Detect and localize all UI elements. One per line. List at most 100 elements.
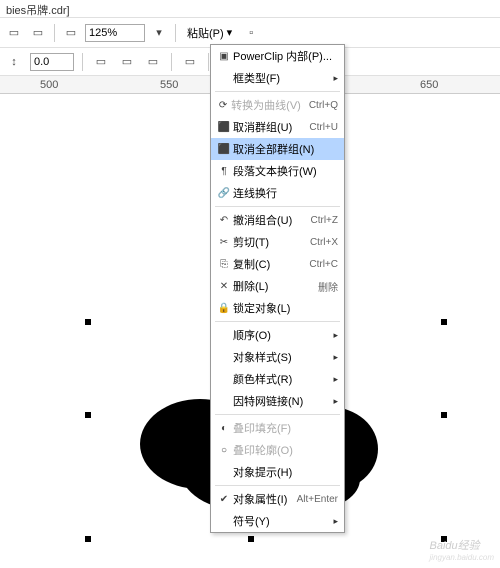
undo-icon: ↶ (215, 212, 233, 228)
menu-label: 段落文本换行(W) (233, 163, 338, 179)
nudge-icon: ↕ (4, 52, 24, 72)
zoom-input[interactable] (85, 24, 145, 42)
selection-handle[interactable] (85, 536, 91, 542)
submenu-arrow-icon: ▸ (333, 352, 338, 363)
selection-handle[interactable] (441, 412, 447, 418)
menu-label: 叠印轮廓(O) (233, 442, 338, 458)
ruler-mark: 500 (40, 79, 58, 91)
menu-item[interactable]: 因特网链接(N)▸ (211, 390, 344, 412)
check-on-icon: ✔ (215, 491, 233, 507)
tool-button[interactable]: ▭ (28, 23, 48, 43)
menu-label: 颜色样式(R) (233, 371, 329, 387)
menu-label: 顺序(O) (233, 327, 329, 343)
menu-item[interactable]: 🔗连线换行 (211, 182, 344, 204)
submenu-arrow-icon: ▸ (333, 73, 338, 84)
menu-label: PowerClip 内部(P)... (233, 48, 338, 64)
watermark: Baidu经验 jingyan.baidu.com (430, 536, 494, 562)
ruler-mark: 650 (420, 79, 438, 91)
menu-label: 取消群组(U) (233, 119, 301, 135)
menu-item[interactable]: ↶撤消组合(U)Ctrl+Z (211, 209, 344, 231)
cut-icon: ✂ (215, 234, 233, 250)
submenu-arrow-icon: ▸ (333, 516, 338, 527)
menu-label: 取消全部群组(N) (233, 141, 338, 157)
menu-item[interactable]: ⬛取消全部群组(N) (211, 138, 344, 160)
check-icon (215, 464, 233, 480)
nudge-input[interactable] (30, 53, 74, 71)
menu-item[interactable]: ¶段落文本换行(W) (211, 160, 344, 182)
selection-handle[interactable] (441, 319, 447, 325)
menu-label: 锁定对象(L) (233, 300, 338, 316)
menu-label: 复制(C) (233, 256, 301, 272)
fill-icon: ◐ (215, 420, 233, 436)
tool-button[interactable]: ▭ (180, 52, 200, 72)
tool-button[interactable]: ▭ (61, 23, 81, 43)
menu-item[interactable]: ✔对象属性(I) Alt+Enter (211, 488, 344, 510)
link-icon: 🔗 (215, 185, 233, 201)
submenu-arrow-icon: ▸ (333, 330, 338, 341)
menu-item[interactable]: ✕删除(L)删除 (211, 275, 344, 297)
menu-shortcut: Ctrl+U (309, 122, 338, 133)
submenu-arrow-icon: ▸ (333, 374, 338, 385)
separator (54, 24, 55, 42)
title-bar: bies吊牌.cdr] (0, 0, 500, 18)
zoom-dropdown-icon[interactable]: ▾ (149, 23, 169, 43)
menu-item: ◐叠印填充(F) (211, 417, 344, 439)
document-title: bies吊牌.cdr] (6, 5, 70, 17)
tool-button[interactable]: ▭ (117, 52, 137, 72)
ruler-mark: 550 (160, 79, 178, 91)
menu-label: 删除(L) (233, 278, 310, 294)
menu-item[interactable]: 🔒锁定对象(L) (211, 297, 344, 319)
menu-separator (215, 414, 340, 415)
selection-handle[interactable] (248, 536, 254, 542)
paste-dropdown[interactable]: 粘贴(P) ▾ (182, 23, 237, 43)
menu-item[interactable]: 框类型(F) ▸ (211, 67, 344, 89)
menu-shortcut: Alt+Enter (297, 494, 338, 505)
tool-button[interactable]: ▭ (143, 52, 163, 72)
menu-label: 撤消组合(U) (233, 212, 303, 228)
menu-label: 对象样式(S) (233, 349, 329, 365)
menu-label: 对象属性(I) (233, 491, 289, 507)
separator (175, 24, 176, 42)
separator (208, 53, 209, 71)
menu-item[interactable]: 符号(Y)▸ (211, 510, 344, 532)
watermark-main: Baidu经验 (430, 540, 480, 552)
menu-item: ⟳转换为曲线(V) Ctrl+Q (211, 94, 344, 116)
selection-handle[interactable] (85, 412, 91, 418)
selection-handle[interactable] (85, 319, 91, 325)
convert-icon: ⟳ (215, 97, 231, 113)
lock-icon: 🔒 (215, 300, 233, 316)
menu-shortcut: Ctrl+C (309, 259, 338, 270)
tool-button[interactable]: ▭ (4, 23, 24, 43)
menu-item[interactable]: ✂剪切(T) Ctrl+X (211, 231, 344, 253)
outline-icon: ○ (215, 442, 233, 458)
powerclip-icon: ▣ (215, 48, 233, 64)
blank-icon (215, 393, 233, 409)
tool-button[interactable]: ▭ (91, 52, 111, 72)
menu-label: 框类型(F) (233, 70, 329, 86)
context-menu: ▣PowerClip 内部(P)... 框类型(F) ▸ ⟳转换为曲线(V) Ctrl+… (210, 44, 345, 533)
menu-label: 剪切(T) (233, 234, 302, 250)
blank-icon (215, 371, 233, 387)
separator (171, 53, 172, 71)
menu-item[interactable]: 顺序(O) ▸ (211, 324, 344, 346)
menu-shortcut: Ctrl+Q (309, 100, 338, 111)
blank-icon (215, 513, 233, 529)
chevron-down-icon: ▾ (227, 26, 233, 39)
tool-button[interactable]: ▫ (241, 23, 261, 43)
menu-item[interactable]: ⬛取消群组(U)Ctrl+U (211, 116, 344, 138)
menu-item[interactable]: 对象样式(S) ▸ (211, 346, 344, 368)
menu-shortcut: 删除 (318, 279, 338, 294)
menu-label: 叠印填充(F) (233, 420, 338, 436)
paragraph-icon: ¶ (215, 163, 233, 179)
menu-label: 连线换行 (233, 185, 338, 201)
menu-item[interactable]: 颜色样式(R) ▸ (211, 368, 344, 390)
menu-item[interactable]: ⎘复制(C)Ctrl+C (211, 253, 344, 275)
watermark-sub: jingyan.baidu.com (430, 553, 494, 562)
separator (82, 53, 83, 71)
menu-item[interactable]: ▣PowerClip 内部(P)... (211, 45, 344, 67)
paste-label: 粘贴(P) (187, 25, 224, 41)
menu-item[interactable]: 对象提示(H) (211, 461, 344, 483)
menu-shortcut: Ctrl+X (310, 237, 338, 248)
menu-label: 转换为曲线(V) (231, 97, 301, 113)
menu-separator (215, 321, 340, 322)
